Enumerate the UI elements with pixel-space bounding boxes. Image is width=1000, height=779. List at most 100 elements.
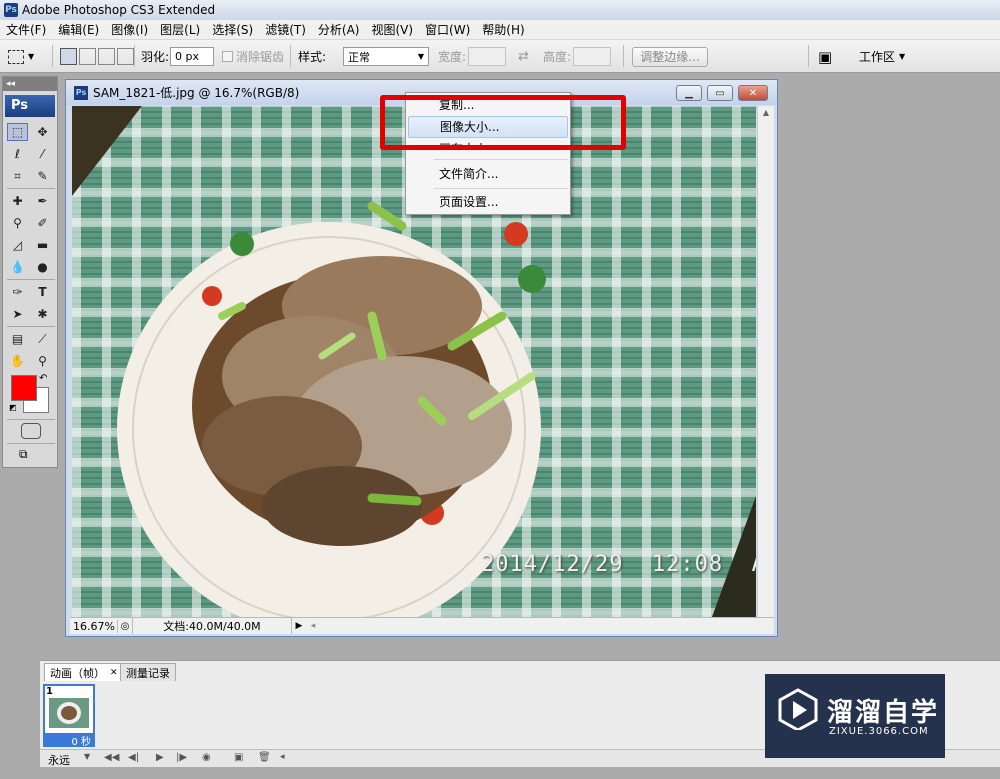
history-brush-tool-icon[interactable]: ✐ — [32, 214, 53, 232]
document-title: SAM_1821-低.jpg @ 16.7%(RGB/8) — [93, 86, 300, 100]
chevron-down-icon: ▼ — [417, 52, 424, 61]
animation-frame[interactable]: 1 0 秒 — [43, 684, 95, 748]
toolbox-logo: Ps — [5, 95, 55, 117]
menu-bar: 文件(F) 编辑(E) 图像(I) 图层(L) 选择(S) 滤镜(T) 分析(A… — [0, 20, 1000, 40]
ps-document-icon: Ps — [74, 85, 88, 100]
menu-item-duplicate[interactable]: 复制... — [408, 94, 568, 116]
app-title-bar: Ps Adobe Photoshop CS3 Extended — [0, 0, 1000, 20]
file-browser-icon[interactable]: ▣ — [818, 40, 832, 73]
maximize-button[interactable]: ▭ — [707, 85, 733, 101]
workspace-menu[interactable]: 工作区 ▼ — [859, 40, 905, 73]
default-colors-icon[interactable]: ◩ — [9, 403, 17, 412]
scroll-left-icon[interactable]: ◂ — [306, 621, 320, 631]
minimize-button[interactable]: ▁ — [676, 85, 702, 101]
zoom-level[interactable]: 16.67% — [70, 619, 118, 633]
width-input[interactable] — [468, 47, 506, 66]
tab-animation[interactable]: 动画（帧） ✕ — [44, 663, 124, 681]
brush-tool-icon[interactable]: ✒ — [32, 192, 53, 210]
frame-delay[interactable]: 0 秒 — [45, 733, 93, 748]
menu-filter[interactable]: 滤镜(T) — [259, 21, 312, 38]
chevron-down-icon: ▼ — [28, 52, 35, 61]
refine-edge-button[interactable]: 调整边缘... — [632, 46, 708, 67]
screen-mode-icon[interactable]: ⧉ — [19, 447, 43, 463]
menu-file[interactable]: 文件(F) — [0, 21, 52, 38]
style-value: 正常 — [348, 50, 370, 64]
path-selection-tool-icon[interactable]: ➤ — [7, 305, 28, 323]
loop-select[interactable]: 永远 — [48, 752, 70, 768]
next-frame-icon[interactable]: |▶ — [176, 752, 187, 763]
foreground-color-swatch[interactable] — [11, 375, 37, 401]
delete-frame-icon[interactable]: 🗑 — [258, 752, 271, 763]
menu-item-image-size[interactable]: 图像大小... — [408, 116, 568, 138]
height-input[interactable] — [573, 47, 611, 66]
vertical-scrollbar[interactable]: ▲ — [757, 106, 774, 617]
gradient-tool-icon[interactable]: ▬ — [32, 236, 53, 254]
menu-select[interactable]: 选择(S) — [206, 21, 259, 38]
antialias-label: 消除锯齿 — [236, 50, 285, 64]
lasso-tool-icon[interactable]: ℓ — [7, 145, 28, 163]
eraser-tool-icon[interactable]: ◿ — [7, 236, 28, 254]
magic-wand-tool-icon[interactable]: ⁄ — [32, 145, 53, 163]
slice-tool-icon[interactable]: ✎ — [32, 167, 53, 185]
tab-measurement-log[interactable]: 测量记录 — [120, 663, 176, 681]
tween-icon[interactable]: ◉ — [202, 752, 211, 763]
tab-measurement-label: 测量记录 — [126, 666, 170, 680]
blur-tool-icon[interactable]: 💧 — [7, 258, 28, 276]
healing-brush-tool-icon[interactable]: ✚ — [7, 192, 28, 210]
menu-edit[interactable]: 编辑(E) — [52, 21, 105, 38]
status-info-icon[interactable]: ◎ — [118, 621, 132, 632]
crop-tool-icon[interactable]: ⌗ — [7, 167, 28, 185]
subtract-selection-icon[interactable] — [98, 48, 115, 65]
app-title: Adobe Photoshop CS3 Extended — [22, 3, 216, 17]
frame-thumbnail — [49, 698, 89, 728]
add-to-selection-icon[interactable] — [79, 48, 96, 65]
document-size: 文档:40.0M/40.0M — [132, 618, 292, 634]
swap-dimensions-icon[interactable]: ⇄ — [518, 40, 529, 73]
tool-preset-picker[interactable]: ▼ — [8, 40, 34, 73]
play-icon[interactable]: ▶ — [156, 752, 164, 763]
style-select[interactable]: 正常 ▼ — [343, 47, 429, 66]
menu-analysis[interactable]: 分析(A) — [312, 21, 366, 38]
hand-tool-icon[interactable]: ✋ — [7, 352, 28, 370]
toolbox-collapse-bar[interactable]: ◂◂ — [3, 77, 57, 91]
dodge-tool-icon[interactable]: ● — [32, 258, 53, 276]
menu-window[interactable]: 窗口(W) — [419, 21, 476, 38]
close-button[interactable]: ✕ — [738, 85, 768, 101]
watermark-name: 溜溜自学 — [827, 698, 940, 728]
menu-image[interactable]: 图像(I) — [105, 21, 154, 38]
menu-item-canvas-size[interactable]: 画布大小... — [408, 138, 568, 150]
notes-tool-icon[interactable]: ▤ — [7, 330, 28, 348]
pen-tool-icon[interactable]: ✑ — [7, 283, 28, 301]
style-label: 样式: — [298, 50, 327, 64]
move-tool-icon[interactable]: ✥ — [32, 123, 53, 141]
new-selection-icon[interactable] — [60, 48, 77, 65]
menu-help[interactable]: 帮助(H) — [476, 21, 530, 38]
first-frame-icon[interactable]: ◀◀ — [104, 752, 119, 763]
height-label: 高度: — [543, 50, 572, 64]
menu-view[interactable]: 视图(V) — [365, 21, 419, 38]
feather-label: 羽化: — [141, 50, 170, 64]
duplicate-frame-icon[interactable]: ▣ — [234, 752, 243, 763]
clone-stamp-tool-icon[interactable]: ⚲ — [7, 214, 28, 232]
intersect-selection-icon[interactable] — [117, 48, 134, 65]
quick-mask-icon[interactable] — [21, 423, 41, 439]
swap-colors-icon[interactable]: ↶ — [39, 373, 47, 384]
eyedropper-tool-icon[interactable]: ⟋ — [32, 330, 53, 348]
previous-frame-icon[interactable]: ◀| — [128, 752, 139, 763]
antialias-checkbox[interactable] — [222, 51, 233, 62]
watermark-url: ZIXUE.3066.COM — [829, 726, 929, 737]
play-logo-icon — [778, 688, 818, 730]
menu-item-file-info[interactable]: 文件简介... — [408, 163, 568, 185]
menu-item-page-setup[interactable]: 页面设置... — [408, 191, 568, 213]
status-menu-arrow-icon[interactable]: ▶ — [292, 621, 306, 631]
zoom-tool-icon[interactable]: ⚲ — [32, 352, 53, 370]
menu-layer[interactable]: 图层(L) — [154, 21, 206, 38]
close-icon[interactable]: ✕ — [110, 668, 118, 678]
scroll-left-icon[interactable]: ◂ — [280, 752, 285, 762]
custom-shape-tool-icon[interactable]: ✱ — [32, 305, 53, 323]
feather-input[interactable]: 0 px — [170, 47, 214, 66]
type-tool-icon[interactable]: T — [32, 283, 53, 301]
rect-marquee-tool-icon[interactable]: ⬚ — [7, 123, 28, 141]
scroll-up-icon[interactable]: ▲ — [758, 106, 774, 117]
selection-mode-group — [60, 40, 134, 73]
